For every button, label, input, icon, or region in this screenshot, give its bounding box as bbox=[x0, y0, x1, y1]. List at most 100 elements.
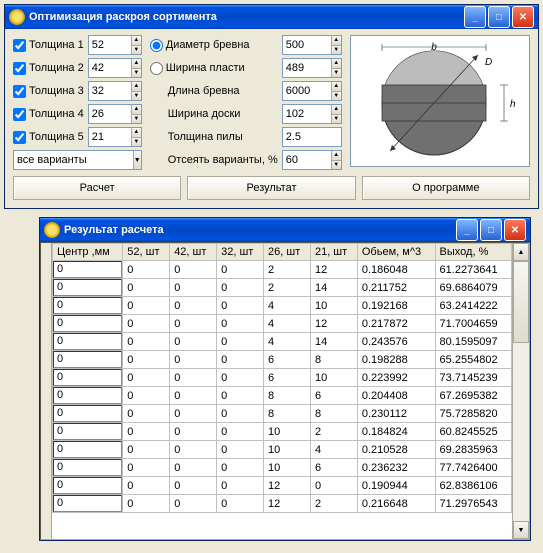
scrollbar-thumb[interactable] bbox=[513, 261, 529, 343]
table-cell[interactable]: 0.243576 bbox=[357, 333, 435, 351]
table-cell[interactable]: 0 bbox=[217, 405, 264, 423]
table-cell[interactable]: 2 bbox=[264, 279, 311, 297]
table-cell[interactable]: 0 bbox=[53, 423, 123, 441]
thickness5-check[interactable]: Толщина 5 bbox=[13, 131, 84, 144]
column-header[interactable]: Обьем, м^3 bbox=[357, 244, 435, 261]
table-cell[interactable]: 0 bbox=[123, 387, 170, 405]
column-header[interactable]: 32, шт bbox=[217, 244, 264, 261]
table-cell[interactable]: 0 bbox=[170, 297, 217, 315]
board-width-spin[interactable]: ▲▼ bbox=[282, 104, 342, 124]
table-cell[interactable]: 0 bbox=[217, 315, 264, 333]
table-cell[interactable]: 0 bbox=[123, 315, 170, 333]
table-cell[interactable]: 0 bbox=[53, 261, 123, 279]
table-cell[interactable]: 4 bbox=[264, 333, 311, 351]
table-cell[interactable]: 67.2695382 bbox=[435, 387, 511, 405]
result-button[interactable]: Результат bbox=[187, 176, 355, 200]
table-cell[interactable]: 0.216648 bbox=[357, 495, 435, 513]
table-cell[interactable]: 14 bbox=[310, 333, 357, 351]
table-cell[interactable]: 0 bbox=[217, 369, 264, 387]
minimize-button[interactable]: _ bbox=[464, 6, 486, 28]
table-cell[interactable]: 0.198288 bbox=[357, 351, 435, 369]
table-cell[interactable]: 4 bbox=[310, 441, 357, 459]
table-cell[interactable]: 12 bbox=[310, 315, 357, 333]
table-cell[interactable]: 0 bbox=[217, 333, 264, 351]
table-cell[interactable]: 0.236232 bbox=[357, 459, 435, 477]
table-cell[interactable]: 0 bbox=[217, 495, 264, 513]
table-cell[interactable]: 0 bbox=[123, 297, 170, 315]
table-cell[interactable]: 12 bbox=[310, 261, 357, 279]
table-cell[interactable]: 0 bbox=[170, 261, 217, 279]
thickness4-spin[interactable]: ▲▼ bbox=[88, 104, 142, 124]
table-cell[interactable]: 0 bbox=[170, 477, 217, 495]
table-cell[interactable]: 0 bbox=[53, 459, 123, 477]
chevron-down-icon[interactable]: ▼ bbox=[133, 151, 141, 169]
table-cell[interactable]: 0 bbox=[53, 387, 123, 405]
spin-up-icon[interactable]: ▲ bbox=[131, 36, 141, 45]
table-cell[interactable]: 0 bbox=[53, 405, 123, 423]
table-cell[interactable]: 0 bbox=[53, 315, 123, 333]
table-cell[interactable]: 2 bbox=[310, 495, 357, 513]
spin-down-icon[interactable]: ▼ bbox=[131, 45, 141, 55]
table-cell[interactable]: 0 bbox=[123, 423, 170, 441]
table-cell[interactable]: 0 bbox=[53, 297, 123, 315]
table-cell[interactable]: 0 bbox=[53, 351, 123, 369]
thickness4-check[interactable]: Толщина 4 bbox=[13, 108, 84, 121]
table-cell[interactable]: 80.1595097 bbox=[435, 333, 511, 351]
column-header[interactable]: 21, шт bbox=[310, 244, 357, 261]
table-cell[interactable]: 0.211752 bbox=[357, 279, 435, 297]
table-cell[interactable]: 0.204408 bbox=[357, 387, 435, 405]
maximize-button[interactable]: □ bbox=[488, 6, 510, 28]
thickness3-check[interactable]: Толщина 3 bbox=[13, 85, 84, 98]
table-cell[interactable]: 0.223992 bbox=[357, 369, 435, 387]
scroll-up-icon[interactable]: ▲ bbox=[513, 243, 529, 261]
column-header[interactable]: Центр ,мм bbox=[53, 244, 123, 261]
table-cell[interactable]: 0 bbox=[123, 441, 170, 459]
table-cell[interactable]: 0 bbox=[123, 405, 170, 423]
maximize-button[interactable]: □ bbox=[480, 219, 502, 241]
table-cell[interactable]: 10 bbox=[310, 369, 357, 387]
table-cell[interactable]: 0 bbox=[170, 387, 217, 405]
table-cell[interactable]: 6 bbox=[310, 459, 357, 477]
table-cell[interactable]: 8 bbox=[264, 405, 311, 423]
table-cell[interactable]: 73.7145239 bbox=[435, 369, 511, 387]
table-cell[interactable]: 0 bbox=[310, 477, 357, 495]
width-plain-spin[interactable]: ▲▼ bbox=[282, 58, 342, 78]
table-cell[interactable]: 0 bbox=[53, 279, 123, 297]
table-cell[interactable]: 60.8245525 bbox=[435, 423, 511, 441]
table-cell[interactable]: 0 bbox=[123, 477, 170, 495]
table-cell[interactable]: 0.230112 bbox=[357, 405, 435, 423]
table-cell[interactable]: 0 bbox=[170, 279, 217, 297]
diameter-radio[interactable]: Диаметр бревна bbox=[150, 39, 278, 52]
table-cell[interactable]: 0 bbox=[217, 477, 264, 495]
table-cell[interactable]: 0 bbox=[53, 333, 123, 351]
table-cell[interactable]: 10 bbox=[264, 459, 311, 477]
table-cell[interactable]: 0 bbox=[170, 495, 217, 513]
table-cell[interactable]: 8 bbox=[310, 405, 357, 423]
table-cell[interactable]: 69.2835963 bbox=[435, 441, 511, 459]
thickness1-spin[interactable]: ▲▼ bbox=[88, 35, 142, 55]
table-cell[interactable]: 0 bbox=[217, 459, 264, 477]
minimize-button[interactable]: _ bbox=[456, 219, 478, 241]
close-button[interactable]: ✕ bbox=[512, 6, 534, 28]
diameter-spin[interactable]: ▲▼ bbox=[282, 35, 342, 55]
table-cell[interactable]: 0 bbox=[53, 369, 123, 387]
column-header[interactable]: 42, шт bbox=[170, 244, 217, 261]
table-cell[interactable]: 0 bbox=[170, 333, 217, 351]
thickness2-spin[interactable]: ▲▼ bbox=[88, 58, 142, 78]
table-cell[interactable]: 2 bbox=[264, 261, 311, 279]
table-cell[interactable]: 0 bbox=[170, 423, 217, 441]
table-cell[interactable]: 6 bbox=[310, 387, 357, 405]
table-cell[interactable]: 0 bbox=[170, 441, 217, 459]
table-cell[interactable]: 0 bbox=[123, 369, 170, 387]
table-cell[interactable]: 14 bbox=[310, 279, 357, 297]
table-cell[interactable]: 12 bbox=[264, 495, 311, 513]
column-header[interactable]: Выход, % bbox=[435, 244, 511, 261]
table-cell[interactable]: 4 bbox=[264, 297, 311, 315]
table-cell[interactable]: 61.2273641 bbox=[435, 261, 511, 279]
table-cell[interactable]: 0 bbox=[217, 279, 264, 297]
variants-combo[interactable]: все варианты ▼ bbox=[13, 150, 142, 170]
table-cell[interactable]: 0 bbox=[123, 459, 170, 477]
table-cell[interactable]: 62.8386106 bbox=[435, 477, 511, 495]
length-spin[interactable]: ▲▼ bbox=[282, 81, 342, 101]
close-button[interactable]: ✕ bbox=[504, 219, 526, 241]
